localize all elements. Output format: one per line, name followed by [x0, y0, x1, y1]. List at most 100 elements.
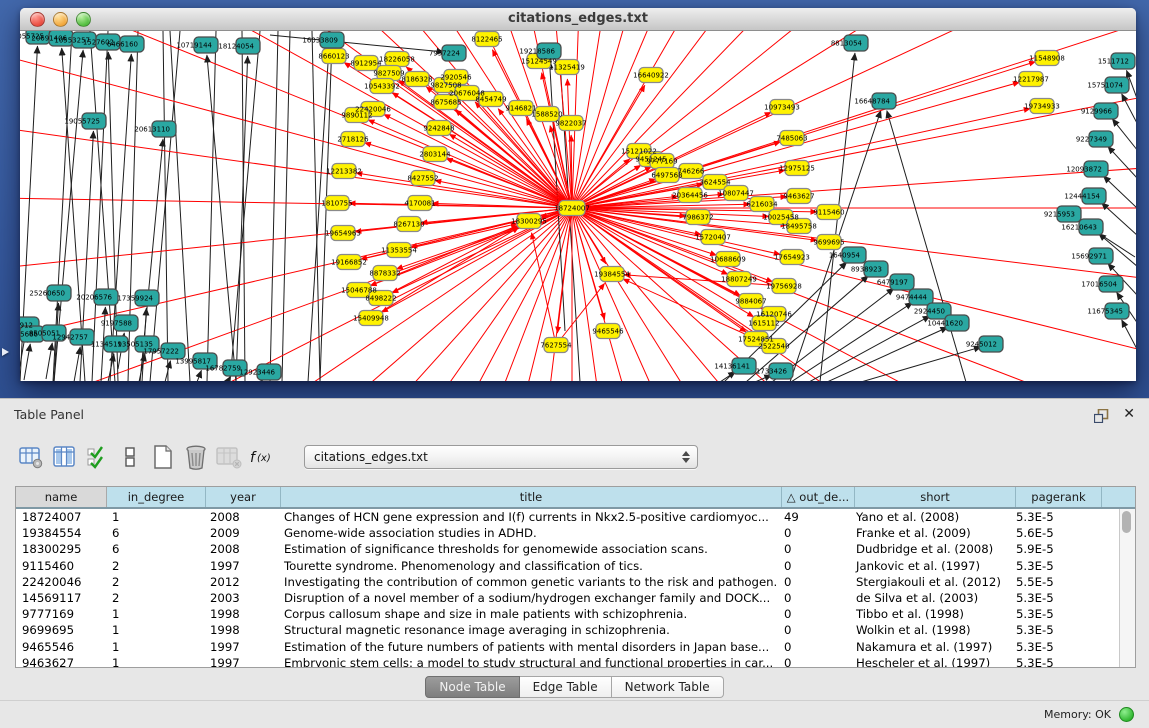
cell-out-degree[interactable]: 0: [778, 590, 850, 606]
cell-year[interactable]: 1998: [204, 606, 278, 622]
cell-in-degree[interactable]: 1: [106, 655, 204, 667]
table-row[interactable]: 946554611997Estimation of the future num…: [16, 639, 1120, 655]
cell-short[interactable]: Franke et al. (2009): [850, 525, 1010, 541]
cell-short[interactable]: Yano et al. (2008): [850, 509, 1010, 525]
tab-edge-table[interactable]: Edge Table: [520, 676, 612, 698]
cell-out-degree[interactable]: 49: [778, 509, 850, 525]
cell-name[interactable]: 22420046: [16, 574, 106, 590]
column-header-year[interactable]: year: [206, 487, 281, 507]
cell-title[interactable]: Corpus callosum shape and size in male p…: [278, 606, 778, 622]
cell-title[interactable]: Estimation of the future numbers of pati…: [278, 639, 778, 655]
cell-name[interactable]: 19384554: [16, 525, 106, 541]
cell-in-degree[interactable]: 6: [106, 525, 204, 541]
cell-year[interactable]: 2008: [204, 509, 278, 525]
cell-out-degree[interactable]: 0: [778, 558, 850, 574]
table-selector-dropdown[interactable]: citations_edges.txt: [304, 445, 698, 469]
table-row[interactable]: 1830029562008Estimation of significance …: [16, 541, 1120, 557]
cell-short[interactable]: Wolkin et al. (1998): [850, 622, 1010, 638]
cell-in-degree[interactable]: 2: [106, 558, 204, 574]
cell-name[interactable]: 18300295: [16, 541, 106, 557]
tab-network-table[interactable]: Network Table: [612, 676, 724, 698]
minimize-window-button[interactable]: [53, 12, 68, 27]
cell-short[interactable]: Stergiakouli et al. (2012): [850, 574, 1010, 590]
cell-in-degree[interactable]: 6: [106, 541, 204, 557]
cell-out-degree[interactable]: 0: [778, 622, 850, 638]
cell-in-degree[interactable]: 2: [106, 590, 204, 606]
float-panel-icon[interactable]: [1094, 408, 1109, 422]
cell-name[interactable]: 9699695: [16, 622, 106, 638]
cell-title[interactable]: Genome-wide association studies in ADHD.: [278, 525, 778, 541]
cell-out-degree[interactable]: 0: [778, 525, 850, 541]
network-canvas[interactable]: 1872400786601238912954182260589827509105…: [20, 31, 1136, 381]
table-row[interactable]: 2242004622012Investigating the contribut…: [16, 574, 1120, 590]
column-header-title[interactable]: title: [281, 487, 782, 507]
cell-short[interactable]: de Silva et al. (2003): [850, 590, 1010, 606]
cell-in-degree[interactable]: 1: [106, 622, 204, 638]
table-row[interactable]: 977716911998Corpus callosum shape and si…: [16, 606, 1120, 622]
table-mode-icon[interactable]: [18, 444, 44, 470]
cell-title[interactable]: Tourette syndrome. Phenomenology and cla…: [278, 558, 778, 574]
cell-out-degree[interactable]: 0: [778, 606, 850, 622]
cell-title[interactable]: Changes of HCN gene expression and I(f) …: [278, 509, 778, 525]
create-table-icon[interactable]: [150, 444, 176, 470]
delete-table-icon[interactable]: [183, 444, 209, 470]
column-header-out-degree[interactable]: △ out_de...: [782, 487, 855, 507]
cell-in-degree[interactable]: 1: [106, 606, 204, 622]
close-window-button[interactable]: [30, 12, 45, 27]
cell-short[interactable]: Nakamura et al. (1997): [850, 639, 1010, 655]
column-header-pagerank[interactable]: pagerank: [1016, 487, 1102, 507]
network-graph[interactable]: 1872400786601238912954182260589827509105…: [20, 31, 1136, 381]
cell-pagerank[interactable]: 5.3E-5: [1010, 655, 1095, 667]
cell-title[interactable]: Disruption of a novel member of a sodium…: [278, 590, 778, 606]
cell-short[interactable]: Hescheler et al. (1997): [850, 655, 1010, 667]
cell-name[interactable]: 14569117: [16, 590, 106, 606]
cell-title[interactable]: Investigating the contribution of common…: [278, 574, 778, 590]
table-row[interactable]: 1872400712008Changes of HCN gene express…: [16, 509, 1120, 525]
cell-year[interactable]: 1997: [204, 558, 278, 574]
cell-year[interactable]: 1998: [204, 622, 278, 638]
memory-ok-indicator[interactable]: [1119, 707, 1134, 722]
cell-in-degree[interactable]: 1: [106, 509, 204, 525]
cell-year[interactable]: 2009: [204, 525, 278, 541]
cell-pagerank[interactable]: 5.5E-5: [1010, 574, 1095, 590]
table-row[interactable]: 946362711997Embryonic stem cells: a mode…: [16, 655, 1120, 667]
cell-pagerank[interactable]: 5.3E-5: [1010, 639, 1095, 655]
cell-pagerank[interactable]: 5.3E-5: [1010, 622, 1095, 638]
function-builder-icon[interactable]: f(x): [249, 444, 275, 470]
tab-node-table[interactable]: Node Table: [425, 676, 519, 698]
cell-short[interactable]: Tibbo et al. (1998): [850, 606, 1010, 622]
select-columns-icon[interactable]: [84, 444, 110, 470]
cell-pagerank[interactable]: 5.3E-5: [1010, 509, 1095, 525]
cell-short[interactable]: Dudbridge et al. (2008): [850, 541, 1010, 557]
cell-short[interactable]: Jankovic et al. (1997): [850, 558, 1010, 574]
cell-title[interactable]: Estimation of significance thresholds fo…: [278, 541, 778, 557]
cell-out-degree[interactable]: 0: [778, 541, 850, 557]
cell-out-degree[interactable]: 0: [778, 574, 850, 590]
cell-title[interactable]: Structural magnetic resonance image aver…: [278, 622, 778, 638]
column-header-name[interactable]: name: [16, 487, 107, 507]
cell-year[interactable]: 2012: [204, 574, 278, 590]
table-row[interactable]: 969969511998Structural magnetic resonanc…: [16, 622, 1120, 638]
cell-pagerank[interactable]: 5.3E-5: [1010, 606, 1095, 622]
cell-title[interactable]: Embryonic stem cells: a model to study s…: [278, 655, 778, 667]
cell-name[interactable]: 9777169: [16, 606, 106, 622]
table-row[interactable]: 1938455462009Genome-wide association stu…: [16, 525, 1120, 541]
cell-year[interactable]: 2003: [204, 590, 278, 606]
column-header-short[interactable]: short: [855, 487, 1016, 507]
cell-out-degree[interactable]: 0: [778, 639, 850, 655]
cell-name[interactable]: 9115460: [16, 558, 106, 574]
cell-in-degree[interactable]: 2: [106, 574, 204, 590]
table-row[interactable]: 1456911722003Disruption of a novel membe…: [16, 590, 1120, 606]
cell-year[interactable]: 1997: [204, 655, 278, 667]
close-panel-icon[interactable]: ✕: [1123, 406, 1135, 422]
scrollbar-thumb[interactable]: [1122, 511, 1131, 533]
table-row[interactable]: 911546021997Tourette syndrome. Phenomeno…: [16, 558, 1120, 574]
cell-name[interactable]: 9463627: [16, 655, 106, 667]
cell-pagerank[interactable]: 5.3E-5: [1010, 558, 1095, 574]
zoom-window-button[interactable]: [76, 12, 91, 27]
cell-year[interactable]: 2008: [204, 541, 278, 557]
vertical-scrollbar[interactable]: [1119, 509, 1135, 667]
window-titlebar[interactable]: citations_edges.txt: [20, 8, 1136, 31]
cell-pagerank[interactable]: 5.9E-5: [1010, 541, 1095, 557]
row-options-icon[interactable]: [117, 444, 143, 470]
